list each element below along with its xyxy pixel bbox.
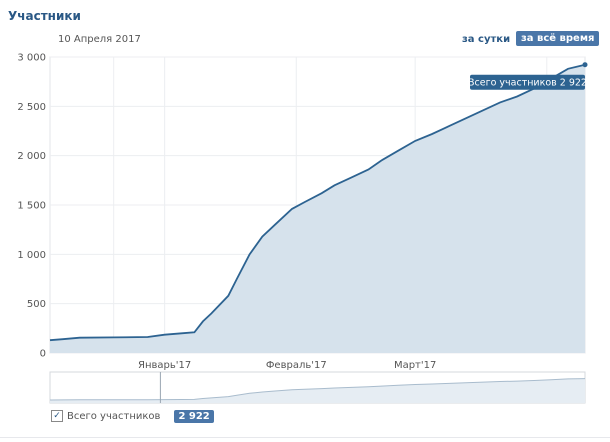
y-tick-label: 0 xyxy=(40,349,46,360)
x-tick-label: Январь'17 xyxy=(138,360,191,371)
legend-checkbox[interactable]: ✓ xyxy=(51,410,63,422)
legend-label: Всего участников xyxy=(67,410,161,422)
y-tick-label: 3 000 xyxy=(17,53,46,64)
x-tick-label: Февраль'17 xyxy=(266,360,327,371)
y-tick-label: 500 xyxy=(27,299,46,310)
bottom-divider xyxy=(0,437,610,438)
y-tick-label: 2 500 xyxy=(17,102,46,113)
legend: ✓ Всего участников 2 922 xyxy=(51,408,214,424)
legend-count-badge: 2 922 xyxy=(174,409,214,423)
y-tick-label: 1 500 xyxy=(17,201,46,212)
y-tick-label: 1 000 xyxy=(17,250,46,261)
last-data-point xyxy=(582,62,588,68)
x-tick-label: Март'17 xyxy=(394,360,436,371)
members-chart[interactable]: 0 500 1 000 1 500 2 000 2 500 3 000 Всего участ… xyxy=(0,0,610,410)
y-tick-label: 2 000 xyxy=(17,151,46,162)
tooltip-text: Всего участников 2 922 xyxy=(468,78,587,89)
